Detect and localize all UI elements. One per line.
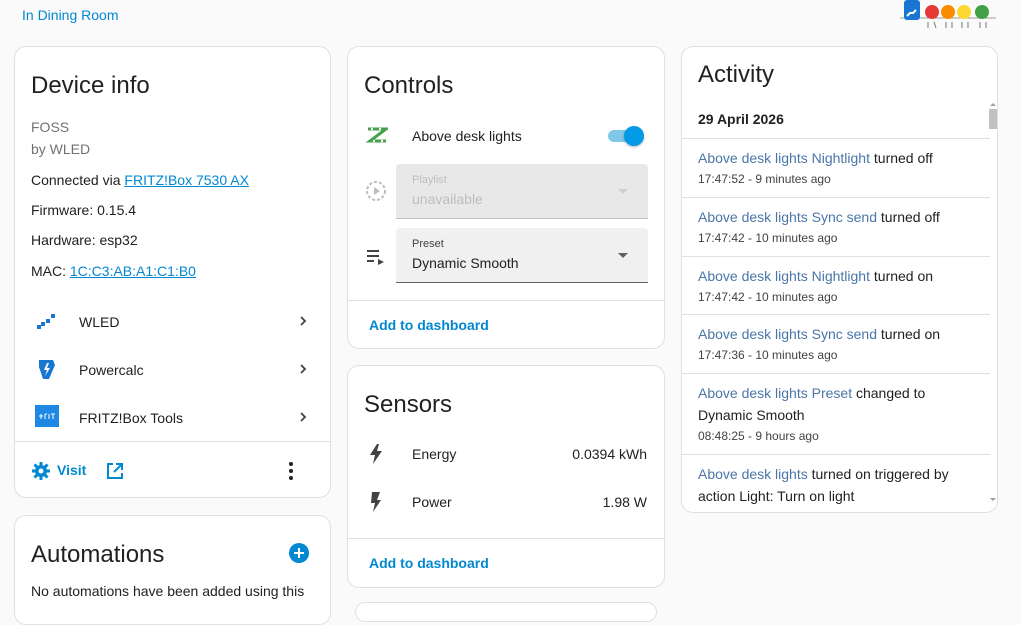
wled-icon bbox=[37, 314, 55, 329]
activity-entity-link[interactable]: Above desk lights Nightlight bbox=[698, 150, 870, 166]
power-value: 1.98 W bbox=[602, 494, 647, 510]
device-info-card: Device info FOSS by WLED Connected via F… bbox=[14, 46, 331, 498]
hardware-text: Hardware: esp32 bbox=[31, 232, 138, 248]
light-toggle[interactable] bbox=[606, 125, 644, 147]
fritzbox-icon bbox=[35, 405, 59, 427]
connected-via-row: Connected via FRITZ!Box 7530 AX bbox=[31, 172, 249, 188]
activity-scroll-area[interactable]: 29 April 2026 Above desk lights Nightlig… bbox=[682, 99, 997, 506]
scroll-thumb[interactable] bbox=[989, 109, 997, 129]
playlist-select[interactable]: Playlist unavailable bbox=[396, 164, 648, 219]
visit-label: Visit bbox=[57, 462, 87, 478]
chevron-right-icon bbox=[300, 412, 307, 422]
preset-select-label: Preset bbox=[412, 238, 444, 250]
open-in-new-icon bbox=[107, 463, 123, 479]
dropdown-arrow-icon bbox=[618, 253, 628, 258]
scroll-up-arrow-icon bbox=[990, 103, 996, 106]
activity-time: 17:47:42 - 10 minutes ago bbox=[698, 231, 838, 245]
chevron-right-icon bbox=[300, 364, 307, 374]
chevron-right-icon bbox=[300, 316, 307, 326]
device-info-title: Device info bbox=[31, 72, 150, 99]
activity-separator bbox=[682, 138, 990, 139]
activity-entity-link[interactable]: Above desk lights Sync send bbox=[698, 326, 877, 342]
activity-date: 29 April 2026 bbox=[698, 111, 784, 127]
connected-via-link[interactable]: FRITZ!Box 7530 AX bbox=[124, 172, 249, 188]
activity-action: turned off bbox=[877, 209, 940, 225]
activity-entity-link[interactable]: Above desk lights bbox=[698, 466, 808, 482]
integration-label-powercalc: Powercalc bbox=[79, 362, 144, 378]
more-vert-icon[interactable] bbox=[281, 461, 301, 481]
light-label: Above desk lights bbox=[412, 128, 522, 144]
connected-via-label: Connected via bbox=[31, 172, 121, 188]
visit-button[interactable]: Visit bbox=[29, 457, 129, 485]
energy-label: Energy bbox=[412, 446, 457, 462]
sensors-title: Sensors bbox=[364, 391, 453, 418]
firmware-text: Firmware: 0.15.4 bbox=[31, 202, 137, 218]
integration-row-powercalc[interactable]: Powercalc bbox=[15, 345, 330, 393]
activity-separator bbox=[682, 454, 990, 455]
playlist-play-icon bbox=[366, 181, 386, 201]
automations-card: Automations No automations have been add… bbox=[14, 515, 331, 625]
preset-select[interactable]: Preset Dynamic Smooth bbox=[396, 228, 648, 283]
playlist-select-label: Playlist bbox=[412, 174, 447, 186]
activity-entity-link[interactable]: Above desk lights Sync send bbox=[698, 209, 877, 225]
controls-card: Controls Above desk lights Playlist unav… bbox=[347, 46, 665, 349]
manufacturer-text: FOSS bbox=[31, 119, 70, 135]
scroll-down-arrow-icon bbox=[990, 498, 996, 501]
powercalc-icon bbox=[39, 360, 55, 379]
activity-time: 17:47:52 - 9 minutes ago bbox=[698, 172, 831, 186]
activity-action: turned on bbox=[877, 326, 941, 342]
activity-entry: Above desk lights Sync send turned off 1… bbox=[698, 206, 988, 248]
integration-row-wled[interactable]: WLED bbox=[15, 297, 330, 345]
device-info-divider bbox=[15, 441, 330, 442]
automations-title: Automations bbox=[31, 541, 165, 568]
activity-separator bbox=[682, 314, 990, 315]
playlist-edit-icon bbox=[367, 250, 384, 265]
preset-select-value: Dynamic Smooth bbox=[412, 255, 519, 271]
power-bolt-icon bbox=[371, 492, 381, 512]
gear-icon bbox=[32, 462, 50, 480]
activity-separator bbox=[682, 373, 990, 374]
power-label: Power bbox=[412, 494, 452, 510]
activity-time: 08:48:25 - 9 hours ago bbox=[698, 429, 819, 443]
integration-label-fritzbox: FRITZ!Box Tools bbox=[79, 410, 183, 426]
playlist-select-value: unavailable bbox=[412, 191, 483, 207]
activity-time: 17:47:42 - 10 minutes ago bbox=[698, 290, 838, 304]
activity-entity-link[interactable]: Above desk lights Preset bbox=[698, 385, 852, 401]
wled-logo bbox=[900, 0, 996, 29]
integration-row-fritzbox[interactable]: FRITZ!Box Tools bbox=[15, 393, 330, 441]
mac-row: MAC: 1C:C3:AB:A1:C1:B0 bbox=[31, 263, 196, 279]
flash-icon bbox=[370, 444, 382, 464]
energy-value: 0.0394 kWh bbox=[572, 446, 647, 462]
led-strip-icon bbox=[366, 127, 388, 143]
sensors-divider bbox=[348, 538, 664, 539]
controls-divider bbox=[348, 300, 664, 301]
activity-entry: Above desk lights turned on triggered by… bbox=[698, 463, 958, 506]
activity-action: turned off bbox=[870, 150, 933, 166]
integration-label-wled: WLED bbox=[79, 314, 120, 330]
mac-label: MAC: bbox=[31, 263, 66, 279]
by-text: by WLED bbox=[31, 141, 91, 157]
activity-entry: Above desk lights Preset changed to Dyna… bbox=[698, 382, 958, 446]
next-card-edge bbox=[355, 602, 657, 622]
activity-entry: Above desk lights Nightlight turned on 1… bbox=[698, 265, 988, 307]
add-automation-icon[interactable] bbox=[289, 543, 309, 563]
controls-title: Controls bbox=[364, 72, 454, 99]
activity-entry: Above desk lights Nightlight turned off … bbox=[698, 147, 988, 189]
activity-action: turned on bbox=[870, 268, 934, 284]
activity-entity-link[interactable]: Above desk lights Nightlight bbox=[698, 268, 870, 284]
activity-time: 17:47:36 - 10 minutes ago bbox=[698, 348, 838, 362]
automations-empty-text: No automations have been added using thi… bbox=[31, 583, 305, 599]
sensors-add-to-dashboard-button[interactable]: Add to dashboard bbox=[369, 555, 489, 571]
activity-entry: Above desk lights Sync send turned on 17… bbox=[698, 323, 988, 365]
sensors-card: Sensors Energy 0.0394 kWh Power 1.98 W A… bbox=[347, 365, 665, 588]
controls-add-to-dashboard-button[interactable]: Add to dashboard bbox=[369, 317, 489, 333]
dropdown-arrow-icon bbox=[618, 189, 628, 194]
area-link[interactable]: In Dining Room bbox=[22, 7, 119, 23]
activity-title: Activity bbox=[698, 61, 775, 88]
mac-link[interactable]: 1C:C3:AB:A1:C1:B0 bbox=[70, 263, 196, 279]
activity-scrollbar[interactable] bbox=[989, 103, 997, 501]
activity-card: Activity 29 April 2026 Above desk lights… bbox=[681, 46, 998, 513]
activity-separator bbox=[682, 256, 990, 257]
activity-separator bbox=[682, 197, 990, 198]
